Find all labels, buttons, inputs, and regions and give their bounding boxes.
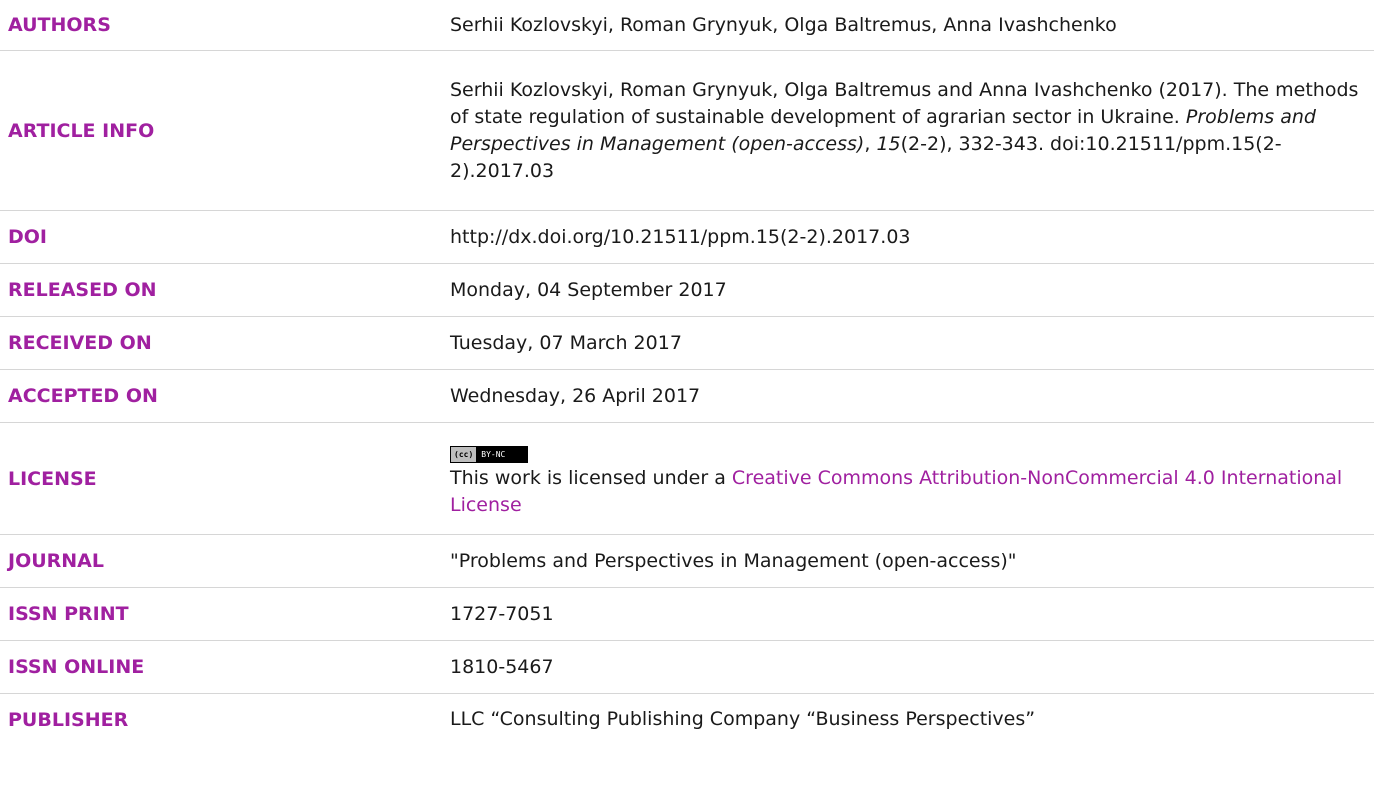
row-article-info: ARTICLE INFO Serhii Kozlovskyi, Roman Gr… [0, 51, 1374, 211]
cc-badge-right: BY-NC [476, 447, 528, 462]
issn-online-value: 1810-5467 [450, 655, 554, 678]
received-on-value: Tuesday, 07 March 2017 [450, 331, 682, 354]
issn-print-value: 1727-7051 [450, 602, 554, 625]
license-label: LICENSE [8, 467, 97, 490]
license-value: (cc) BY-NC This work is licensed under a… [450, 438, 1374, 519]
doi-label: DOI [8, 226, 47, 248]
issn-print-label: ISSN PRINT [8, 603, 129, 625]
citation-separator: , [864, 132, 877, 155]
journal-label: JOURNAL [8, 550, 104, 572]
cc-by-nc-badge-icon[interactable]: (cc) BY-NC [450, 446, 529, 463]
row-doi: DOI http://dx.doi.org/10.21511/ppm.15(2-… [0, 211, 1374, 264]
row-issn-print: ISSN PRINT 1727-7051 [0, 588, 1374, 641]
accepted-on-label: ACCEPTED ON [8, 385, 158, 407]
authors-label: AUTHORS [8, 14, 111, 36]
article-citation: Serhii Kozlovskyi, Roman Grynyuk, Olga B… [450, 77, 1374, 185]
row-license: LICENSE (cc) BY-NC This work is licensed… [0, 423, 1374, 535]
cc-badge-left: (cc) [451, 447, 477, 462]
released-on-label: RELEASED ON [8, 279, 157, 301]
row-publisher: PUBLISHER LLC “Consulting Publishing Com… [0, 694, 1374, 745]
article-info-label: ARTICLE INFO [8, 119, 155, 142]
row-journal: JOURNAL "Problems and Perspectives in Ma… [0, 535, 1374, 588]
row-issn-online: ISSN ONLINE 1810-5467 [0, 641, 1374, 694]
publisher-value: LLC “Consulting Publishing Company “Busi… [450, 708, 1036, 730]
journal-value: "Problems and Perspectives in Management… [450, 549, 1017, 572]
received-on-label: RECEIVED ON [8, 332, 152, 354]
publisher-label: PUBLISHER [8, 708, 129, 731]
row-received-on: RECEIVED ON Tuesday, 07 March 2017 [0, 317, 1374, 370]
license-text: This work is licensed under a [450, 467, 732, 489]
authors-value: Serhii Kozlovskyi, Roman Grynyuk, Olga B… [450, 13, 1117, 36]
accepted-on-value: Wednesday, 26 April 2017 [450, 384, 701, 407]
row-released-on: RELEASED ON Monday, 04 September 2017 [0, 264, 1374, 317]
article-metadata-table: AUTHORS Serhii Kozlovskyi, Roman Grynyuk… [0, 0, 1374, 745]
issn-online-label: ISSN ONLINE [8, 656, 145, 678]
doi-value: http://dx.doi.org/10.21511/ppm.15(2-2).2… [450, 225, 911, 248]
citation-volume: 15 [876, 132, 901, 155]
row-authors: AUTHORS Serhii Kozlovskyi, Roman Grynyuk… [0, 0, 1374, 51]
row-accepted-on: ACCEPTED ON Wednesday, 26 April 2017 [0, 370, 1374, 423]
released-on-value: Monday, 04 September 2017 [450, 278, 727, 301]
